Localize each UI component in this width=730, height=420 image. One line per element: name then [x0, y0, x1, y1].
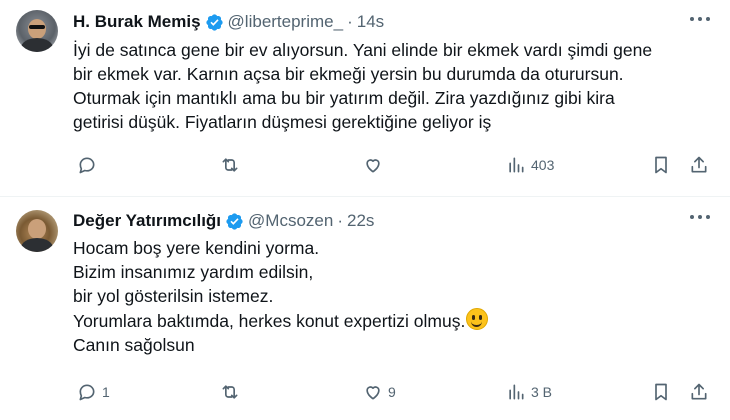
views-button[interactable]: 3 B [506, 380, 552, 404]
verified-badge-icon [226, 212, 243, 230]
separator-dot: · [337, 211, 343, 230]
views-icon [509, 157, 524, 173]
reply-button[interactable] [77, 153, 102, 177]
retweet-button[interactable] [220, 153, 245, 177]
views-button[interactable]: 403 [506, 153, 554, 177]
tweet-text-line: Hocam boş yere kendini yorma. [73, 238, 320, 258]
like-icon [366, 386, 380, 400]
like-button[interactable]: 9 [363, 380, 396, 404]
tweet-text-line: Yorumlara baktımda, herkes konut experti… [73, 311, 466, 331]
retweet-icon [222, 158, 238, 172]
more-options-icon[interactable] [690, 16, 710, 22]
avatar[interactable] [16, 210, 58, 252]
action-bar: 1 9 3 B [73, 380, 718, 404]
reply-icon [79, 157, 95, 174]
author-name[interactable]: Değer Yatırımcılığı [73, 211, 221, 231]
avatar-shirt [21, 238, 53, 252]
smiley-emoji-icon [466, 308, 489, 330]
reply-button[interactable]: 1 [77, 380, 110, 404]
author-handle[interactable]: @liberteprime_ [228, 12, 344, 32]
tweet-text-line: Canın sağolsun [73, 335, 195, 355]
tweet-header: H. Burak Memiş @liberteprime_ · 14s [73, 12, 384, 32]
like-icon [366, 159, 380, 173]
action-bar: 403 [73, 153, 718, 177]
bookmark-icon [655, 383, 667, 401]
verified-badge-icon [205, 13, 223, 31]
tweet-text-line: Bizim insanımız yardım edilsin, [73, 262, 314, 282]
timestamp[interactable]: 14s [357, 12, 384, 32]
tweet[interactable]: H. Burak Memiş @liberteprime_ · 14s İyi … [0, 0, 730, 197]
like-count: 9 [388, 384, 396, 400]
share-icon [691, 383, 707, 400]
reply-count: 1 [102, 384, 110, 400]
tweet-text: Hocam boş yere kendini yorma. Bizim insa… [73, 236, 713, 357]
author-name[interactable]: H. Burak Memiş [73, 12, 201, 32]
tweet-text-line: Oturmak için mantıklı ama bu bir yatırım… [73, 88, 615, 108]
avatar-face [28, 19, 46, 39]
share-icon [691, 156, 707, 173]
bookmark-button[interactable] [651, 380, 671, 404]
views-count: 403 [531, 157, 555, 173]
views-icon [509, 384, 524, 400]
tweet-divider [0, 196, 730, 197]
separator-dot: · [347, 12, 353, 31]
avatar-shirt [21, 38, 53, 52]
retweet-icon [222, 385, 238, 399]
tweet-text-line: bir ekmek var. Karnın açsa bir ekmeği ye… [73, 64, 624, 84]
tweet-text-line: bir yol gösterilsin istemez. [73, 286, 274, 306]
timestamp[interactable]: 22s [347, 211, 374, 231]
tweet[interactable]: Değer Yatırımcılığı @Mcsozen · 22s Hocam… [0, 198, 730, 420]
tweet-text: İyi de satınca gene bir ev alıyorsun. Ya… [73, 38, 713, 134]
tweet-text-line: getirisi düşük. Fiyatların düşmesi gerek… [73, 112, 492, 132]
like-button[interactable] [363, 153, 388, 177]
share-button[interactable] [689, 153, 709, 177]
reply-icon [79, 384, 95, 401]
tweet-text-line-with-emoji: Yorumlara baktımda, herkes konut experti… [73, 308, 713, 333]
avatar-face [28, 219, 46, 239]
share-button[interactable] [689, 380, 709, 404]
tweet-header: Değer Yatırımcılığı @Mcsozen · 22s [73, 211, 374, 231]
views-count: 3 B [531, 384, 553, 400]
retweet-button[interactable] [220, 380, 245, 404]
more-options-icon[interactable] [690, 214, 710, 220]
avatar[interactable] [16, 10, 58, 52]
tweet-text-line: İyi de satınca gene bir ev alıyorsun. Ya… [73, 40, 653, 60]
bookmark-icon [655, 156, 667, 174]
avatar-sunglasses [29, 25, 45, 29]
bookmark-button[interactable] [651, 153, 671, 177]
author-handle[interactable]: @Mcsozen [248, 211, 333, 231]
